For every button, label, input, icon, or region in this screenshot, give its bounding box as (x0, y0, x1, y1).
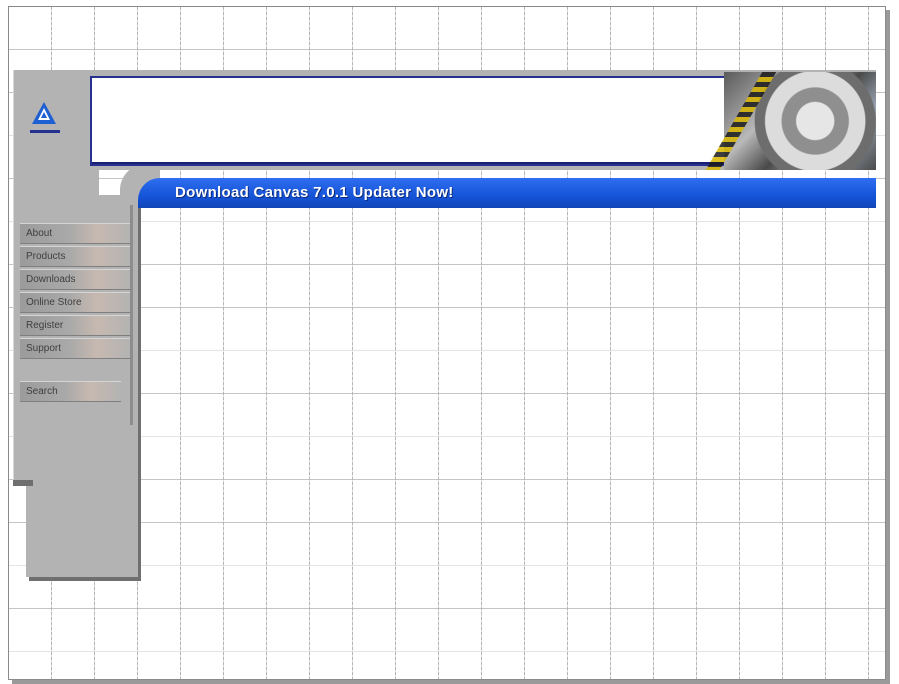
sidebar-notch (13, 480, 33, 486)
sidebar-item-downloads[interactable]: Downloads (20, 269, 130, 290)
sidebar-item-about[interactable]: About (20, 223, 130, 244)
sidebar-item-products[interactable]: Products (20, 246, 130, 267)
sidebar-item-support[interactable]: Support (20, 338, 130, 359)
sidebar-item-search[interactable]: Search (20, 381, 121, 402)
sidebar-divider (130, 205, 133, 425)
page-title[interactable]: Download Canvas 7.0.1 Updater Now! (175, 184, 454, 201)
company-logo[interactable] (24, 88, 84, 148)
sidebar-item-register[interactable]: Register (20, 315, 130, 336)
title-bar: Download Canvas 7.0.1 Updater Now! (138, 178, 876, 208)
header-banner (90, 76, 734, 166)
sidebar-nav: About Products Downloads Online Store Re… (20, 223, 130, 404)
triangle-logo-icon (30, 102, 60, 133)
sidebar-item-online-store[interactable]: Online Store (20, 292, 130, 313)
banner-photo (705, 72, 876, 170)
